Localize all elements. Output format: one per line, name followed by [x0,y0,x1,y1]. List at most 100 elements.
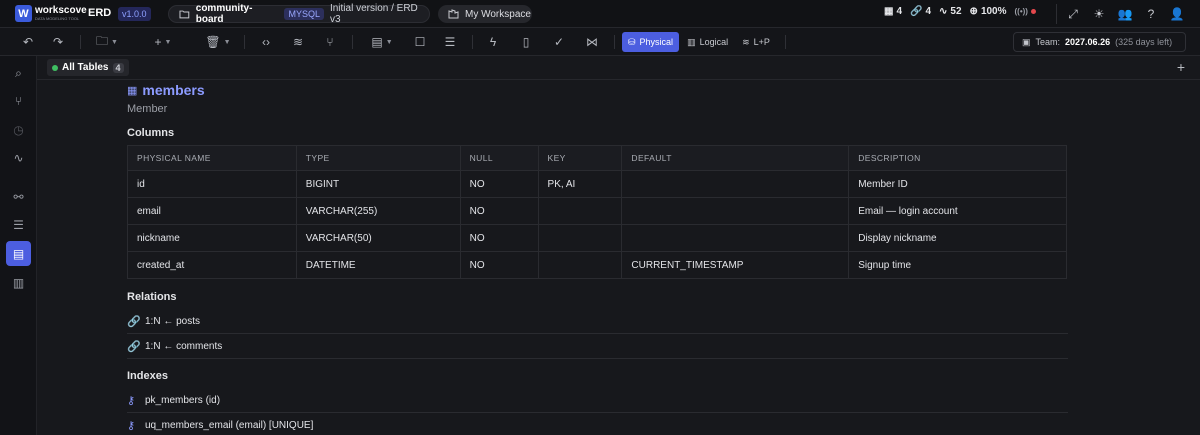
project-selector[interactable]: community-board MYSQL Initial version / … [168,3,430,25]
plus-icon: + [154,35,162,49]
link-icon: 🔗 [127,340,141,353]
book-icon[interactable]: ▯ [516,32,536,52]
check-circle-icon[interactable]: ✓ [549,32,569,52]
workspace-selector[interactable]: My Workspace [438,5,532,23]
relations-heading: Relations [127,291,177,303]
folder-icon [179,10,190,19]
key-icon: ⚷ [127,394,136,407]
columns-table: PHYSICAL NAME TYPE NULL KEY DEFAULT DESC… [127,145,1067,279]
top-bar: W workscove DATA MODELING TOOL ERD v1.0.… [0,0,1200,28]
grid-icon: ▦ [884,6,894,17]
layout-icon: ▤ [371,35,383,49]
help-icon[interactable]: ? [1141,4,1161,24]
db-badge: MYSQL [284,8,324,20]
cell: email [127,197,297,225]
column-header: NULL [459,145,539,171]
tab-strip: All Tables 4 + [37,56,1200,80]
redo-icon[interactable]: ↷ [48,32,68,52]
cell [537,224,623,252]
column-header: DEFAULT [621,145,850,171]
team-days-left: (325 days left) [1115,37,1173,47]
relation-item[interactable]: 🔗 1:N ← posts [127,309,1068,334]
index-item[interactable]: ⚷ uq_members_email (email) [UNIQUE] [127,413,1068,435]
profile-icon[interactable]: 👤 [1167,4,1187,24]
code-icon[interactable]: ‹› [256,32,276,52]
entity-logical-name: Member [127,103,168,115]
relation-icon[interactable]: ⚯ [6,184,31,209]
undo-icon[interactable]: ↶ [18,32,38,52]
table-count: ▦ 4 [884,6,903,17]
folder-menu-button[interactable]: 🗀 ▼ [92,32,122,52]
mode-logical-button[interactable]: ▥ Logical [681,32,734,52]
column-header: KEY [537,145,623,171]
table-icon: ▦ [127,84,138,97]
users-icon[interactable]: 👥 [1115,4,1135,24]
column-header: TYPE [295,145,461,171]
index-label: uq_members_email (email) [UNIQUE] [145,420,314,431]
lightning-icon[interactable]: ϟ [483,32,503,52]
relation-item[interactable]: 🔗 1:N ← comments [127,334,1068,359]
live-indicator: ((•)) [1015,7,1036,16]
table-row[interactable]: nickname VARCHAR(50) NO Display nickname [127,224,1067,252]
cell: NO [459,197,539,225]
add-menu-button[interactable]: + ▼ [148,32,178,52]
activity-icon[interactable]: ∿ [6,145,31,170]
entity-header: ▦ members [127,82,205,98]
tab-count-badge: 4 [112,62,124,73]
add-tab-icon[interactable]: + [1177,59,1185,75]
index-item[interactable]: ⚷ pk_members (id) [127,388,1068,413]
table-row[interactable]: id BIGINT NO PK, AI Member ID [127,170,1067,198]
divider [352,35,353,49]
branch-icon[interactable]: ⑂ [320,32,340,52]
layout-menu-button[interactable]: ▤ ▼ [367,32,397,52]
table-row[interactable]: email VARCHAR(255) NO Email — login acco… [127,197,1067,225]
git-branch-icon[interactable]: ⑂ [6,88,31,113]
list-icon[interactable]: ☰ [6,212,31,237]
project-version: Initial version / ERD v3 [329,3,418,25]
folder-icon: 🗀 [96,33,109,48]
share-icon[interactable]: ⋈ [582,32,602,52]
scrollbar[interactable] [1186,58,1194,435]
trash-icon: 🗑 [205,35,221,49]
activity-count: ∿ 52 [939,6,962,17]
cell: BIGINT [295,170,461,198]
workspace-label: My Workspace [465,8,531,20]
table-row[interactable]: created_at DATETIME NO CURRENT_TIMESTAMP… [127,251,1067,279]
cell: VARCHAR(50) [295,224,461,252]
book-open-icon: ▥ [687,36,696,47]
tab-all-tables[interactable]: All Tables 4 [47,59,129,76]
delete-menu-button[interactable]: 🗑 ▼ [203,32,233,52]
recording-dot [1030,9,1036,14]
mode-lp-button[interactable]: ≋ L+P [736,32,776,52]
brand-tagline: DATA MODELING TOOL [35,16,80,21]
column-header: DESCRIPTION [848,145,1067,171]
select-box-icon[interactable]: ☐ [410,32,430,52]
document-icon[interactable]: ▤ [6,241,31,266]
bar-chart-icon[interactable]: ▥ [6,270,31,295]
cell: Display nickname [848,224,1067,252]
status-dot [52,64,58,71]
history-icon[interactable]: ◷ [6,117,31,142]
cell [537,251,623,279]
fullscreen-icon[interactable]: ⤢ [1063,4,1083,24]
table-detail-panel: ▦ members Member Columns PHYSICAL NAME T… [37,80,1184,435]
entity-name: members [142,82,205,98]
cell [621,197,850,225]
cell [537,197,623,225]
mode-physical-button[interactable]: ⛁ Physical [622,32,680,52]
layers-icon[interactable]: ≋ [288,32,308,52]
list-icon[interactable]: ☰ [440,32,460,52]
link-icon: 🔗 [910,6,923,17]
columns-heading: Columns [127,127,175,139]
indexes-heading: Indexes [127,370,168,382]
cell: id [127,170,297,198]
team-plan-badge[interactable]: ▣ Team: 2027.06.26 (325 days left) [1013,32,1186,52]
zoom-level[interactable]: ⊕ 100% [970,6,1007,17]
search-icon[interactable]: ⌕ [6,61,31,86]
theme-toggle-icon[interactable]: ☀ [1089,4,1109,24]
stats-bar: ▦ 4 🔗 4 ∿ 52 ⊕ 100% ((•)) [884,6,1036,17]
database-icon: ⛁ [628,36,636,47]
view-mode-switch: ⛁ Physical ▥ Logical ≋ L+P [622,32,776,52]
left-sidebar: ⌕ ⑂ ◷ ∿ ⚯ ☰ ▤ ▥ [0,56,37,435]
cell: CURRENT_TIMESTAMP [621,251,850,279]
